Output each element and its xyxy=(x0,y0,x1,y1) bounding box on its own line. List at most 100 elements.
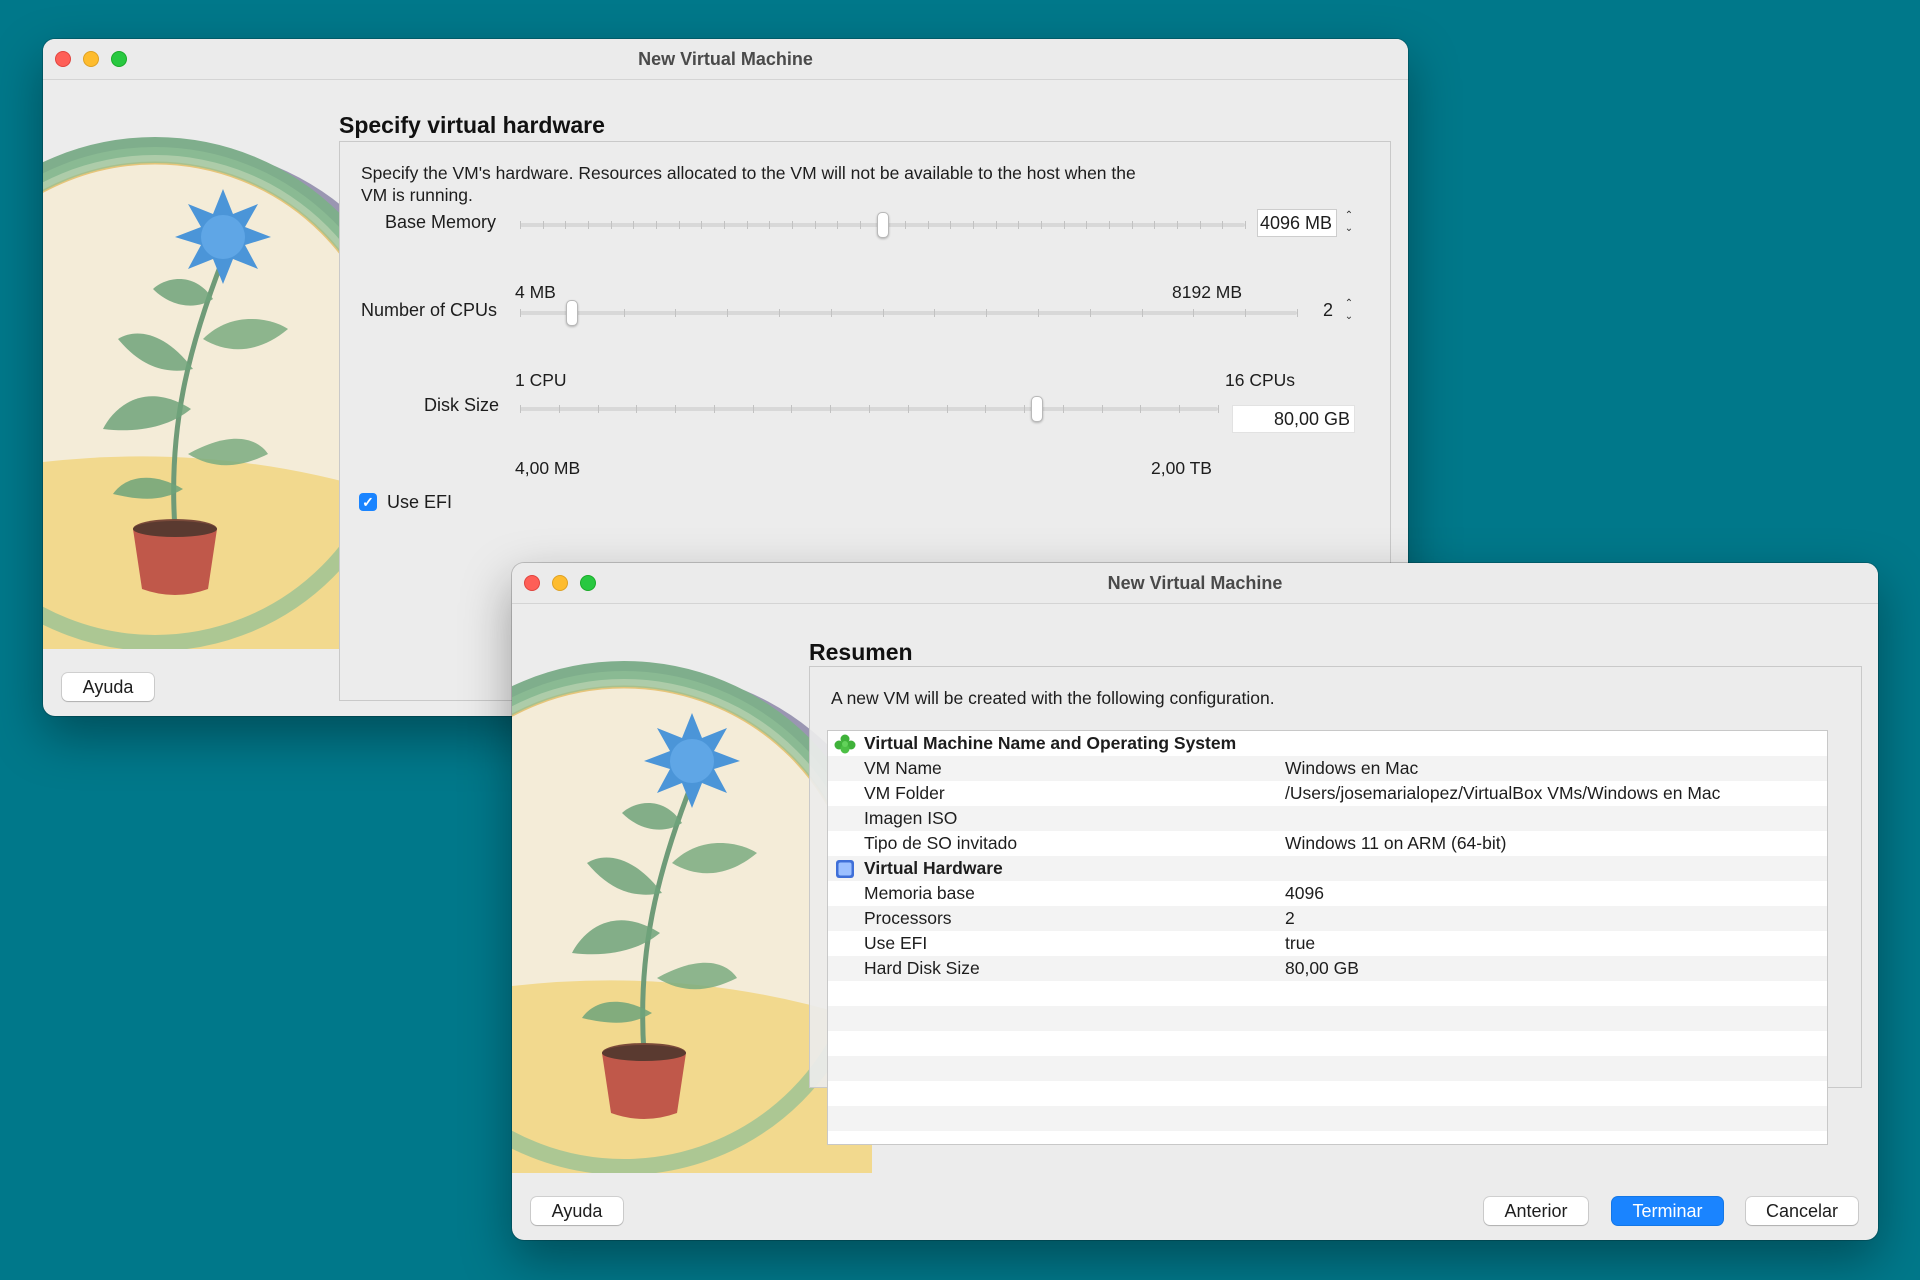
slider-tick xyxy=(985,405,986,413)
use-efi-label: Use EFI xyxy=(387,492,453,512)
slider-tick xyxy=(727,309,728,317)
row-key: VM Name xyxy=(864,758,942,778)
slider-tick xyxy=(1102,405,1103,413)
slider-tick xyxy=(1064,221,1065,229)
empty-row xyxy=(828,1106,1827,1131)
table-row[interactable]: VM Folder /Users/josemarialopez/VirtualB… xyxy=(828,781,1827,806)
table-row[interactable]: Hard Disk Size 80,00 GB xyxy=(828,956,1827,981)
slider-tick xyxy=(869,405,870,413)
cpus-max-label: 16 CPUs xyxy=(1225,370,1296,390)
summary-description: A new VM will be created with the follow… xyxy=(831,688,1275,708)
slider-tick xyxy=(1086,221,1087,229)
help-button[interactable]: Ayuda xyxy=(62,673,154,701)
slider-tick xyxy=(973,221,974,229)
slider-tick xyxy=(753,405,754,413)
table-row[interactable]: Tipo de SO invitado Windows 11 on ARM (6… xyxy=(828,831,1827,856)
slider-tick xyxy=(996,221,997,229)
page-heading: Resumen xyxy=(809,639,913,665)
cpus-slider-knob[interactable] xyxy=(566,300,578,326)
row-key: VM Folder xyxy=(864,783,945,803)
chevron-down-icon[interactable]: ⌄ xyxy=(1345,311,1353,322)
slider-tick xyxy=(950,221,951,229)
back-button[interactable]: Anterior xyxy=(1484,1197,1588,1225)
slider-tick xyxy=(520,405,521,413)
slider-tick xyxy=(598,405,599,413)
empty-row xyxy=(828,1006,1827,1031)
table-row[interactable]: Imagen ISO xyxy=(828,806,1827,831)
disk-size-slider[interactable] xyxy=(520,396,1219,422)
slider-tick xyxy=(624,309,625,317)
row-value: true xyxy=(1285,933,1316,953)
base-memory-slider[interactable] xyxy=(520,212,1246,238)
checkmark-icon: ✓ xyxy=(362,494,374,510)
description-line-2: VM is running. xyxy=(361,185,473,205)
chevron-down-icon[interactable]: ⌄ xyxy=(1345,223,1353,234)
row-value: Windows 11 on ARM (64-bit) xyxy=(1285,833,1507,853)
cpus-slider[interactable] xyxy=(520,300,1298,326)
slider-tick xyxy=(747,221,748,229)
help-button[interactable]: Ayuda xyxy=(531,1197,623,1225)
cpus-input[interactable]: 2 xyxy=(1305,297,1337,325)
chip-icon xyxy=(836,860,854,878)
slider-tick xyxy=(837,221,838,229)
slider-tick xyxy=(679,221,680,229)
slider-tick xyxy=(1177,221,1178,229)
slider-tick xyxy=(633,221,634,229)
cancel-button[interactable]: Cancelar xyxy=(1746,1197,1858,1225)
summary-window: New Virtual Machine Resumen A new VM wil… xyxy=(512,563,1878,1240)
summary-table[interactable]: Virtual Machine Name and Operating Syste… xyxy=(827,730,1828,1145)
table-row[interactable]: Processors 2 xyxy=(828,906,1827,931)
slider-tick xyxy=(769,221,770,229)
base-memory-stepper[interactable]: ⌃ ⌄ xyxy=(1341,209,1357,237)
slider-tick xyxy=(1142,309,1143,317)
slider-tick xyxy=(860,221,861,229)
cpus-stepper[interactable]: ⌃ ⌄ xyxy=(1341,297,1357,325)
table-row[interactable]: Use EFI true xyxy=(828,931,1827,956)
description-line-1: Specify the VM's hardware. Resources all… xyxy=(361,163,1136,183)
slider-tick xyxy=(831,309,832,317)
cpus-label: Number of CPUs xyxy=(361,300,498,320)
slider-tick xyxy=(1041,221,1042,229)
disk-size-input[interactable]: 80,00 GB xyxy=(1232,405,1355,433)
window-title: New Virtual Machine xyxy=(1107,573,1283,593)
slider-tick xyxy=(883,309,884,317)
slider-tick xyxy=(636,405,637,413)
slider-tick xyxy=(543,221,544,229)
table-row[interactable]: VM Name Windows en Mac xyxy=(828,756,1827,781)
section-header-vm-name-os[interactable]: Virtual Machine Name and Operating Syste… xyxy=(828,731,1827,756)
slider-tick xyxy=(908,405,909,413)
slider-tick xyxy=(928,221,929,229)
base-memory-min-label: 4 MB xyxy=(515,282,556,302)
disk-size-min-label: 4,00 MB xyxy=(515,458,581,478)
section-header-virtual-hardware[interactable]: Virtual Hardware xyxy=(828,856,1827,881)
slider-tick xyxy=(779,309,780,317)
row-value: 4096 xyxy=(1285,883,1324,903)
titlebar[interactable]: New Virtual Machine xyxy=(43,39,1408,80)
titlebar[interactable]: New Virtual Machine xyxy=(512,563,1878,604)
row-key: Imagen ISO xyxy=(864,808,958,828)
disk-size-slider-knob[interactable] xyxy=(1031,396,1043,422)
row-key: Use EFI xyxy=(864,933,928,953)
base-memory-slider-knob[interactable] xyxy=(877,212,889,238)
slider-tick xyxy=(1090,309,1091,317)
chevron-up-icon[interactable]: ⌃ xyxy=(1345,298,1353,309)
cpus-min-label: 1 CPU xyxy=(515,370,567,390)
base-memory-label: Base Memory xyxy=(385,212,497,232)
section-title: Virtual Hardware xyxy=(864,858,1003,878)
finish-button[interactable]: Terminar xyxy=(1612,1197,1723,1225)
slider-tick xyxy=(1297,309,1298,317)
slider-tick xyxy=(1245,309,1246,317)
base-memory-max-label: 8192 MB xyxy=(1172,282,1243,302)
slider-tick xyxy=(701,221,702,229)
slider-tick xyxy=(611,221,612,229)
table-row[interactable]: Memoria base 4096 xyxy=(828,881,1827,906)
row-value: 2 xyxy=(1285,908,1295,928)
use-efi-checkbox[interactable]: ✓ xyxy=(359,493,377,511)
summary-panel: A new VM will be created with the follow… xyxy=(809,666,1862,1145)
base-memory-input[interactable]: 4096 MB xyxy=(1257,209,1337,237)
slider-tick xyxy=(1063,405,1064,413)
disk-size-label: Disk Size xyxy=(424,395,500,415)
row-value: 80,00 GB xyxy=(1285,958,1359,978)
slider-tick xyxy=(675,309,676,317)
chevron-up-icon[interactable]: ⌃ xyxy=(1345,210,1353,221)
